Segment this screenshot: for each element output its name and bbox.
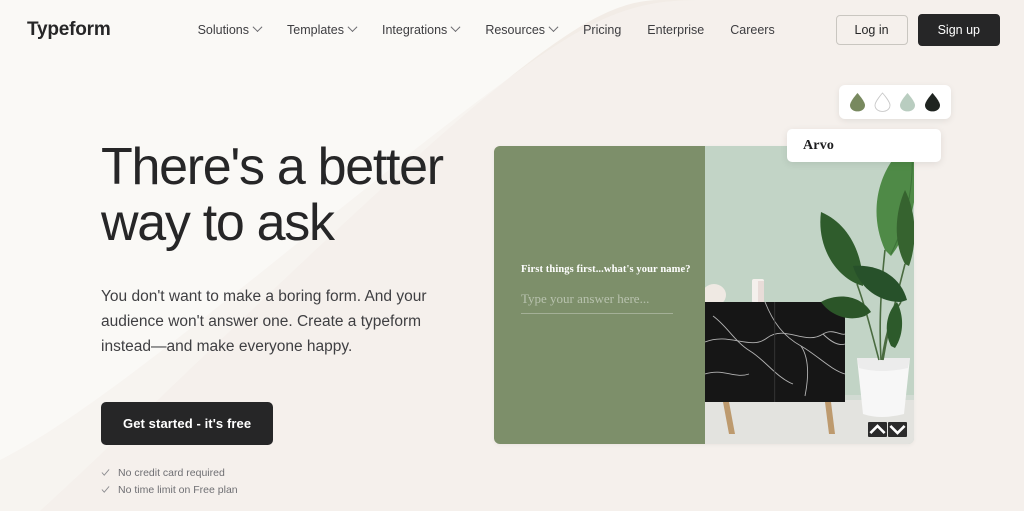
nav-item-careers[interactable]: Careers: [730, 23, 774, 37]
nav-label: Pricing: [583, 23, 622, 37]
preview-prev-button[interactable]: [868, 422, 887, 437]
auth-button-group: Log in Sign up: [835, 13, 1000, 47]
nav-label: Enterprise: [647, 23, 705, 37]
chevron-down-icon: [548, 22, 559, 33]
preview-next-button[interactable]: [888, 422, 907, 437]
color-swatch-white[interactable]: [874, 92, 891, 112]
color-swatch-near-black[interactable]: [924, 92, 941, 112]
droplet-icon: [850, 93, 865, 112]
nav-item-integrations[interactable]: Integrations: [381, 22, 461, 37]
chevron-down-icon: [347, 22, 358, 33]
perks-list: No credit card required No time limit on…: [101, 467, 481, 496]
brand-logo[interactable]: Typeform: [27, 19, 111, 41]
font-name-label: Arvo: [803, 137, 835, 153]
nav-item-resources[interactable]: Resources: [485, 22, 559, 37]
hero-section: There's a better way to ask You don't wa…: [101, 138, 481, 501]
droplet-icon: [925, 93, 940, 112]
site-header: Typeform Solutions Templates Integration…: [0, 0, 1024, 60]
nav-label: Resources: [485, 23, 546, 37]
list-item: No time limit on Free plan: [101, 484, 481, 496]
color-swatch-olive-green[interactable]: [849, 92, 866, 112]
form-question-pane: First things first...what's your name? T…: [494, 146, 705, 444]
perk-label: No time limit on Free plan: [118, 483, 238, 496]
chevron-up-icon: [869, 424, 886, 434]
color-swatch-palette: [839, 85, 951, 119]
page-title: There's a better way to ask: [101, 138, 444, 252]
login-button[interactable]: Log in: [835, 14, 908, 46]
nav-item-enterprise[interactable]: Enterprise: [647, 23, 704, 37]
nav-item-pricing[interactable]: Pricing: [583, 23, 621, 37]
question-text: First things first...what's your name?: [521, 264, 691, 275]
font-selector[interactable]: Arvo: [787, 129, 941, 162]
list-item: No credit card required: [101, 467, 481, 479]
get-started-button[interactable]: Get started - it's free: [101, 401, 274, 445]
check-icon: [101, 468, 110, 477]
nav-label: Integrations: [381, 23, 448, 37]
chevron-down-icon: [252, 22, 263, 33]
nav-item-solutions[interactable]: Solutions: [197, 22, 263, 37]
color-swatch-pale-sage[interactable]: [899, 92, 916, 112]
nav-label: Solutions: [197, 23, 249, 37]
chevron-down-icon: [450, 22, 461, 33]
typeform-preview-card[interactable]: First things first...what's your name? T…: [494, 146, 914, 444]
main-navigation: Solutions Templates Integrations Resourc…: [197, 22, 775, 37]
check-icon: [101, 485, 110, 494]
perk-label: No credit card required: [118, 466, 225, 479]
nav-item-templates[interactable]: Templates: [287, 22, 358, 37]
nav-label: Careers: [730, 23, 775, 37]
droplet-icon: [874, 92, 891, 112]
hero-subcopy: You don't want to make a boring form. An…: [101, 288, 427, 356]
nav-label: Templates: [287, 23, 344, 37]
preview-navigation: [868, 422, 907, 437]
answer-input[interactable]: Type your answer here...: [521, 291, 673, 314]
room-photo: [705, 146, 914, 444]
droplet-icon: [900, 93, 915, 112]
chevron-down-icon: [889, 425, 906, 435]
signup-button[interactable]: Sign up: [917, 13, 1000, 47]
